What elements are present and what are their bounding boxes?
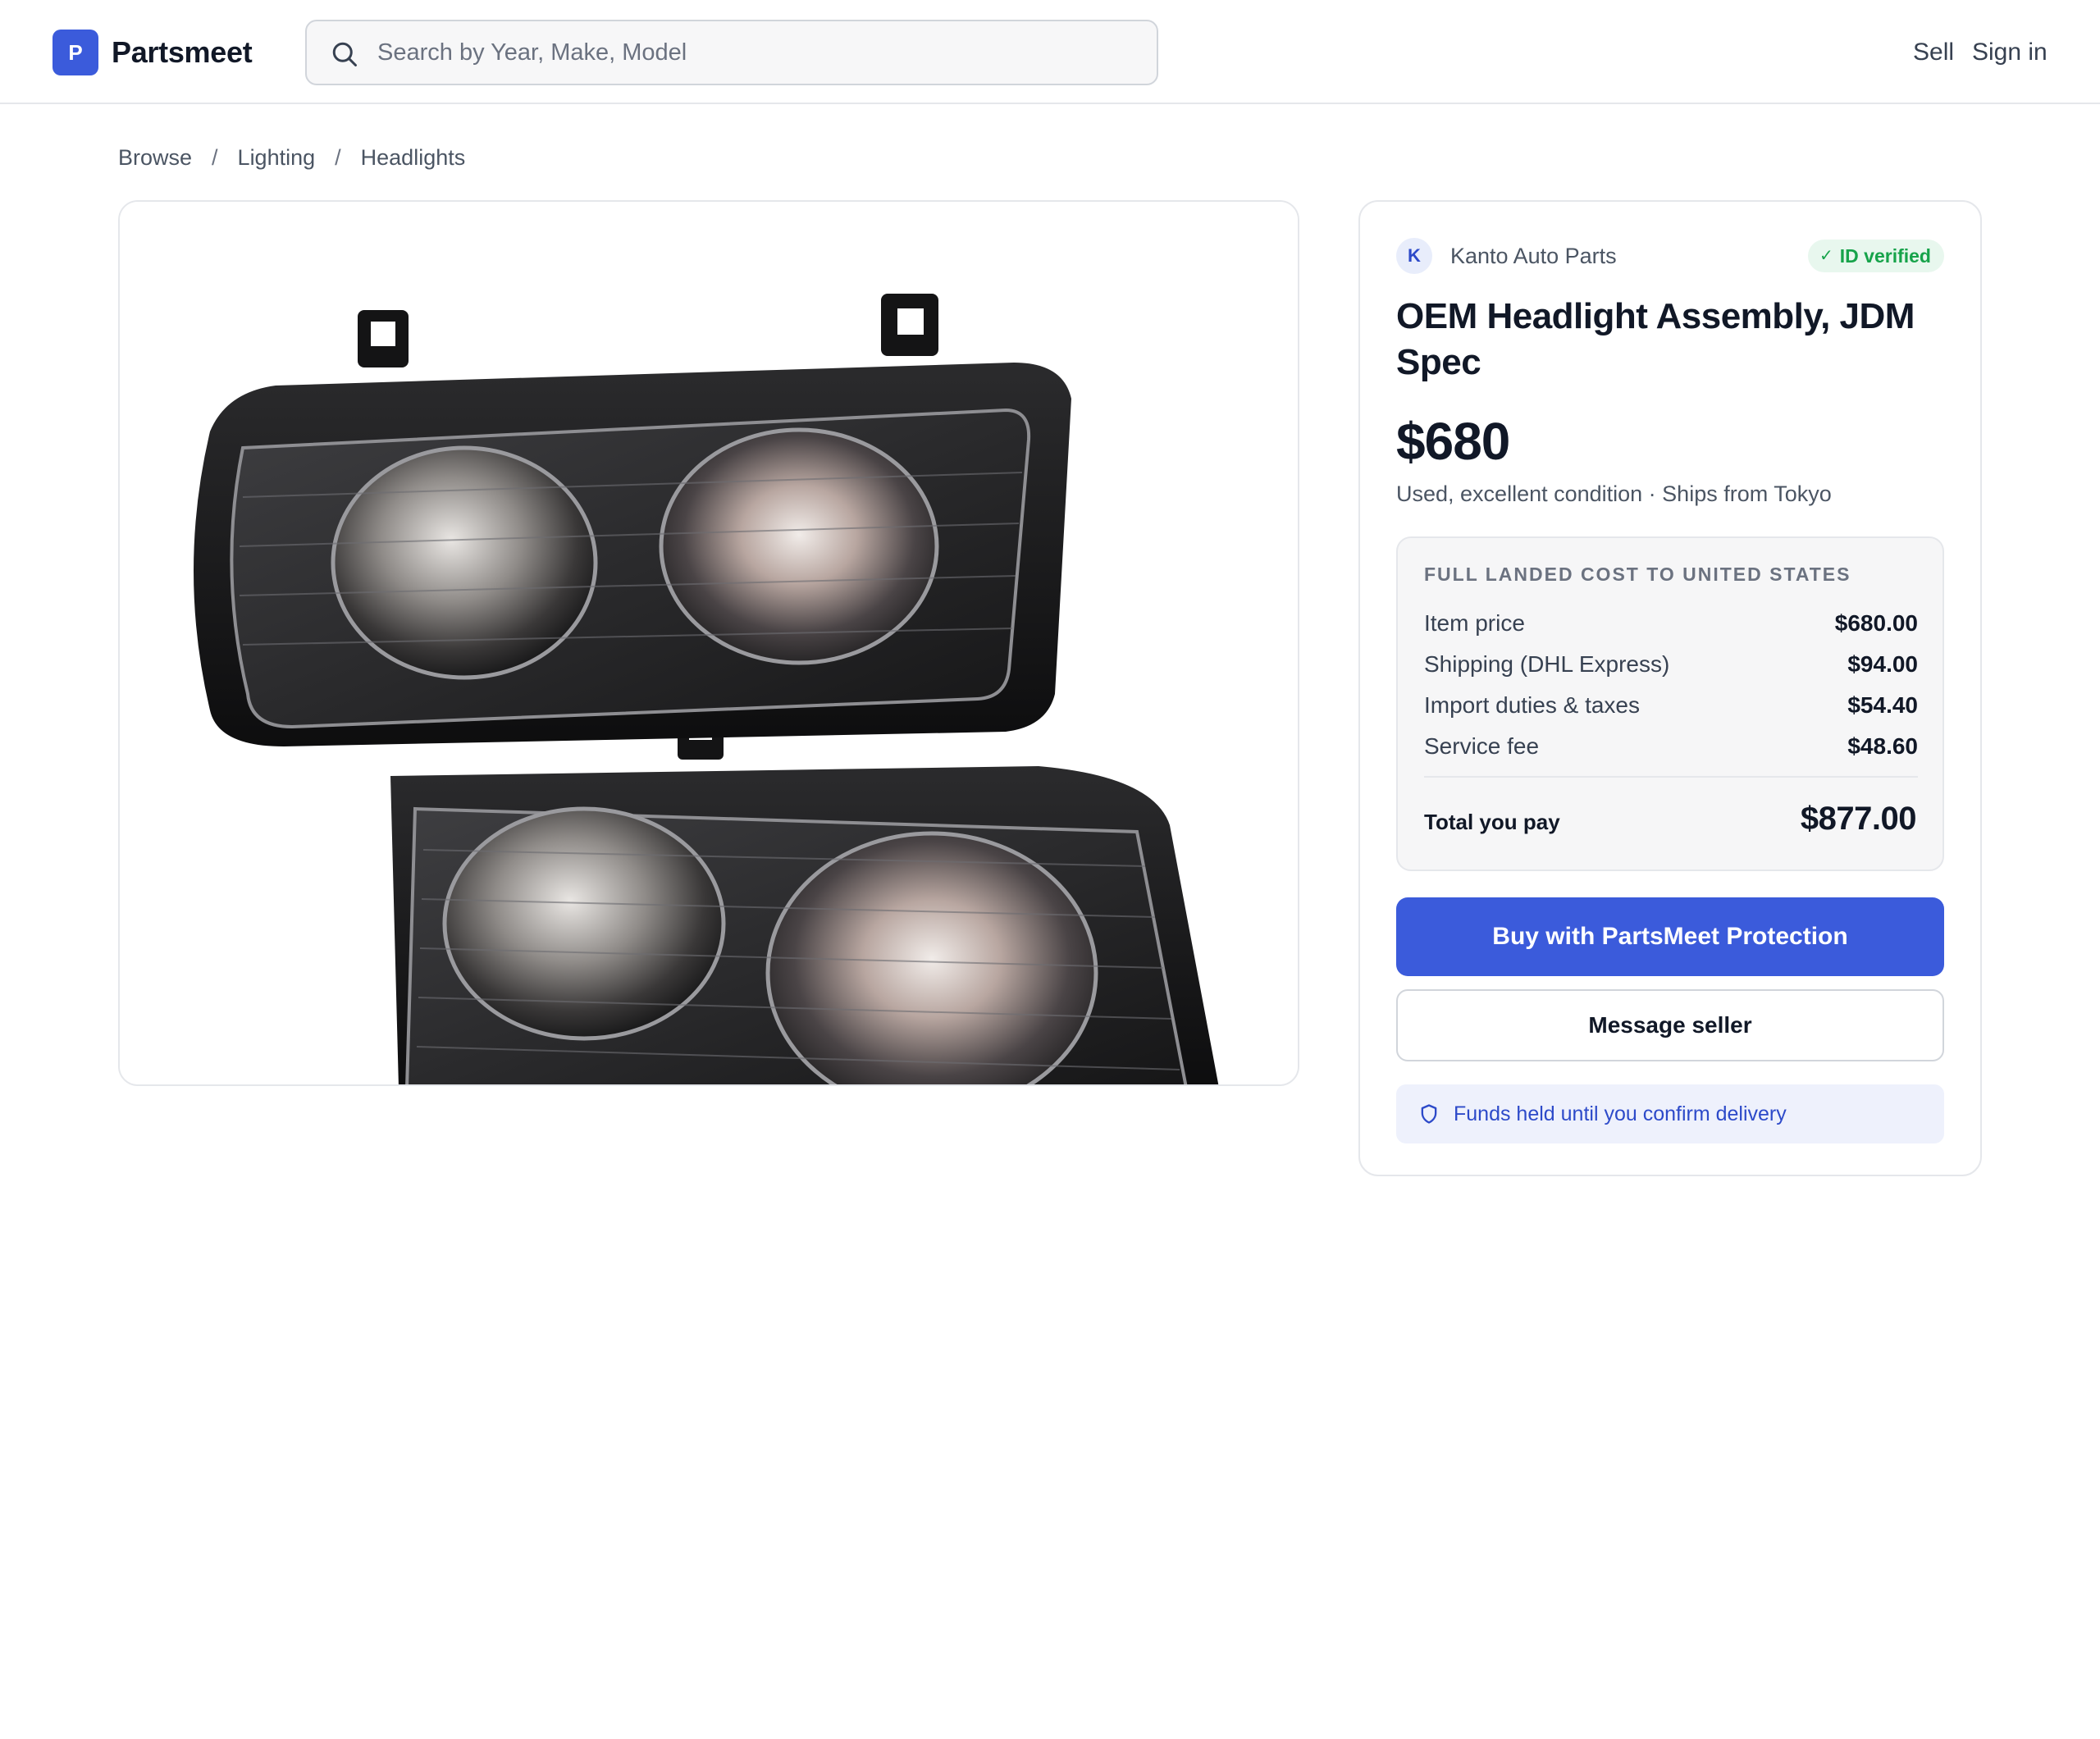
protection-note-text: Funds held until you confirm delivery xyxy=(1454,1102,1787,1125)
breadcrumb-lighting[interactable]: Lighting xyxy=(238,145,316,171)
id-verified-badge: ✓ ID verified xyxy=(1808,240,1944,272)
top-header: P Partsmeet Sell Sign in xyxy=(0,0,2100,104)
logo-mark[interactable]: P xyxy=(52,30,98,75)
total-label: Total you pay xyxy=(1424,810,1560,834)
cost-row: Shipping (DHL Express) $94.00 xyxy=(1424,646,1918,682)
brand-name[interactable]: Partsmeet xyxy=(112,33,253,72)
sell-link[interactable]: Sell xyxy=(1913,33,1954,72)
search-box[interactable] xyxy=(305,20,1158,85)
protection-note: Funds held until you confirm delivery xyxy=(1396,1084,1944,1143)
cost-label: Service fee xyxy=(1424,733,1540,759)
message-seller-button[interactable]: Message seller xyxy=(1396,989,1944,1061)
cost-label: Import duties & taxes xyxy=(1424,692,1641,718)
landed-cost-heading: FULL LANDED COST TO UNITED STATES xyxy=(1424,564,1851,585)
breadcrumb: Browse / Lighting / Headlights xyxy=(118,139,465,176)
product-price: $680 xyxy=(1396,412,1510,471)
search-icon xyxy=(332,42,357,66)
search-input[interactable] xyxy=(376,31,1130,74)
breadcrumb-browse[interactable]: Browse xyxy=(118,145,192,171)
landed-cost-box: FULL LANDED COST TO UNITED STATES Item p… xyxy=(1396,536,1944,871)
product-image[interactable] xyxy=(118,200,1299,1086)
shield-icon xyxy=(1421,1104,1437,1124)
cost-value: $48.60 xyxy=(1847,733,1918,759)
product-title: OEM Headlight Assembly, JDM Spec xyxy=(1396,296,1915,382)
cost-value: $94.00 xyxy=(1847,651,1918,677)
total-value: $877.00 xyxy=(1800,801,1917,837)
listing-card: K Kanto Auto Parts ✓ ID verified OEM Hea… xyxy=(1358,200,1982,1176)
check-icon: ✓ xyxy=(1819,247,1833,265)
divider xyxy=(1424,776,1918,778)
cost-row: Import duties & taxes $54.40 xyxy=(1424,687,1918,723)
breadcrumb-headlights[interactable]: Headlights xyxy=(361,145,466,171)
breadcrumb-separator: / xyxy=(335,144,341,170)
headlights-photo xyxy=(120,202,1298,1084)
verified-label: ID verified xyxy=(1839,245,1931,267)
condition-text: Used, excellent condition · Ships from T… xyxy=(1396,482,1832,506)
cost-label: Shipping (DHL Express) xyxy=(1424,651,1670,677)
seller-name[interactable]: Kanto Auto Parts xyxy=(1450,240,1617,272)
cost-row: Service fee $48.60 xyxy=(1424,728,1918,765)
sign-in-link[interactable]: Sign in xyxy=(1972,33,2048,72)
breadcrumb-separator: / xyxy=(212,144,218,170)
cost-row: Item price $680.00 xyxy=(1424,605,1918,641)
cost-value: $54.40 xyxy=(1847,692,1918,718)
buy-with-protection-button[interactable]: Buy with PartsMeet Protection xyxy=(1396,897,1944,976)
cost-label: Item price xyxy=(1424,610,1525,636)
seller-avatar[interactable]: K xyxy=(1396,238,1432,274)
cost-value: $680.00 xyxy=(1834,610,1918,636)
